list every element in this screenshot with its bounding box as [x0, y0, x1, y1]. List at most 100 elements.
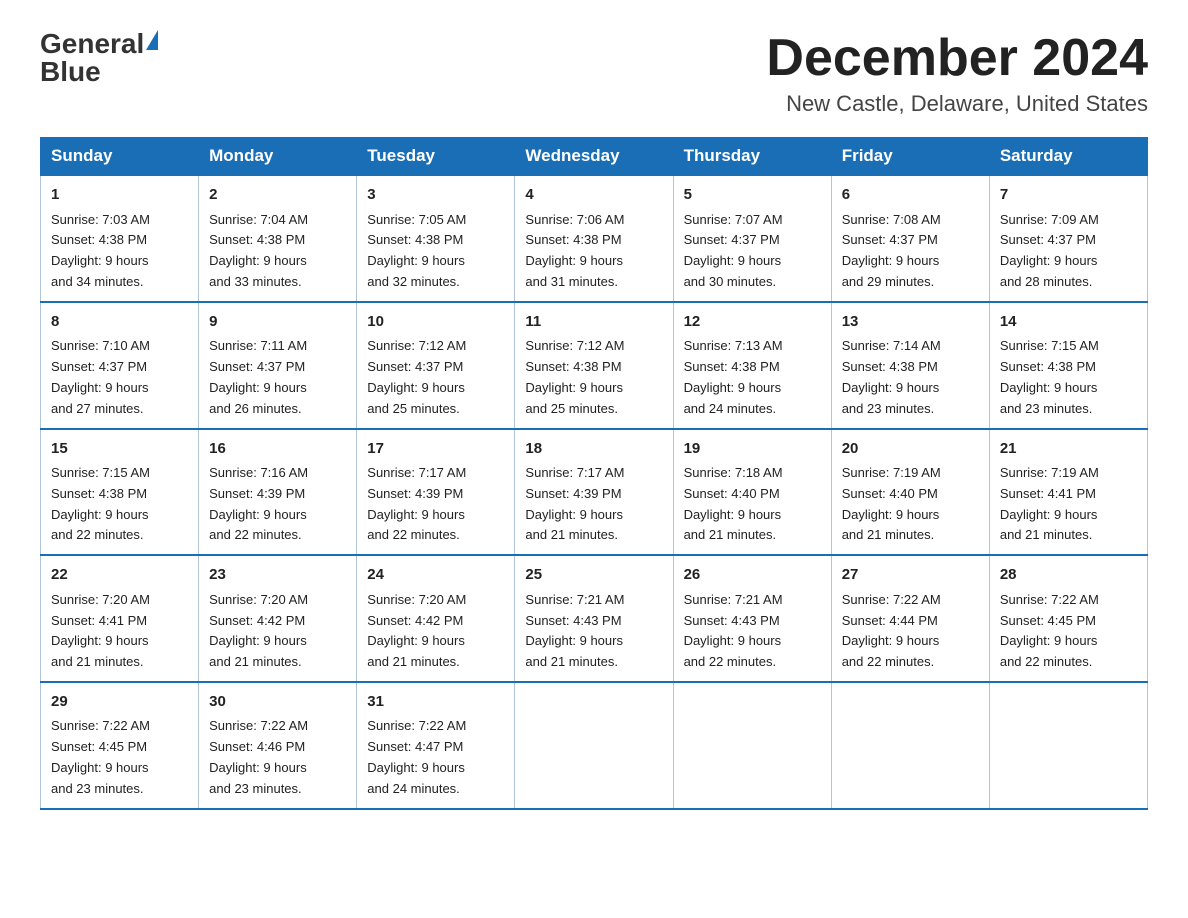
logo-blue: Blue [40, 56, 101, 87]
logo: General Blue [40, 30, 158, 86]
calendar-cell: 30 Sunrise: 7:22 AMSunset: 4:46 PMDayligh… [199, 682, 357, 809]
day-info: Sunrise: 7:20 AMSunset: 4:41 PMDaylight:… [51, 592, 150, 669]
calendar-cell: 26 Sunrise: 7:21 AMSunset: 4:43 PMDayligh… [673, 555, 831, 682]
calendar-week-row: 29 Sunrise: 7:22 AMSunset: 4:45 PMDayligh… [41, 682, 1148, 809]
day-number: 5 [684, 184, 821, 207]
calendar-cell [515, 682, 673, 809]
day-number: 17 [367, 438, 504, 461]
day-info: Sunrise: 7:19 AMSunset: 4:41 PMDaylight:… [1000, 465, 1099, 542]
calendar-cell: 25 Sunrise: 7:21 AMSunset: 4:43 PMDayligh… [515, 555, 673, 682]
day-number: 6 [842, 184, 979, 207]
title-block: December 2024 New Castle, Delaware, Unit… [766, 30, 1148, 117]
page-header: General Blue December 2024 New Castle, D… [40, 30, 1148, 117]
day-number: 30 [209, 691, 346, 714]
day-info: Sunrise: 7:15 AMSunset: 4:38 PMDaylight:… [1000, 338, 1099, 415]
calendar-cell: 11Sunrise: 7:12 AMSunset: 4:38 PMDayligh… [515, 302, 673, 429]
day-info: Sunrise: 7:22 AMSunset: 4:45 PMDaylight:… [1000, 592, 1099, 669]
calendar-cell [673, 682, 831, 809]
col-header-saturday: Saturday [989, 138, 1147, 176]
calendar-week-row: 15Sunrise: 7:15 AMSunset: 4:38 PMDayligh… [41, 429, 1148, 556]
calendar-cell: 6 Sunrise: 7:08 AMSunset: 4:37 PMDaylight… [831, 175, 989, 302]
calendar-cell: 14 Sunrise: 7:15 AMSunset: 4:38 PMDayligh… [989, 302, 1147, 429]
day-info: Sunrise: 7:17 AMSunset: 4:39 PMDaylight:… [525, 465, 624, 542]
day-number: 14 [1000, 311, 1137, 334]
day-info: Sunrise: 7:09 AMSunset: 4:37 PMDaylight:… [1000, 212, 1099, 289]
calendar-header-row: SundayMondayTuesdayWednesdayThursdayFrid… [41, 138, 1148, 176]
calendar-cell: 22 Sunrise: 7:20 AMSunset: 4:41 PMDayligh… [41, 555, 199, 682]
calendar-week-row: 22 Sunrise: 7:20 AMSunset: 4:41 PMDayligh… [41, 555, 1148, 682]
day-info: Sunrise: 7:12 AMSunset: 4:38 PMDaylight:… [525, 338, 624, 415]
day-number: 9 [209, 311, 346, 334]
day-number: 28 [1000, 564, 1137, 587]
logo-triangle-icon [146, 30, 158, 50]
day-info: Sunrise: 7:20 AMSunset: 4:42 PMDaylight:… [209, 592, 308, 669]
calendar-cell: 2 Sunrise: 7:04 AMSunset: 4:38 PMDaylight… [199, 175, 357, 302]
calendar-cell: 18Sunrise: 7:17 AMSunset: 4:39 PMDayligh… [515, 429, 673, 556]
day-number: 7 [1000, 184, 1137, 207]
calendar-cell: 5 Sunrise: 7:07 AMSunset: 4:37 PMDaylight… [673, 175, 831, 302]
day-number: 1 [51, 184, 188, 207]
day-number: 29 [51, 691, 188, 714]
calendar-cell: 24Sunrise: 7:20 AMSunset: 4:42 PMDayligh… [357, 555, 515, 682]
day-info: Sunrise: 7:03 AMSunset: 4:38 PMDaylight:… [51, 212, 150, 289]
calendar-cell: 4Sunrise: 7:06 AMSunset: 4:38 PMDaylight… [515, 175, 673, 302]
day-number: 27 [842, 564, 979, 587]
month-title: December 2024 [766, 30, 1148, 87]
day-info: Sunrise: 7:08 AMSunset: 4:37 PMDaylight:… [842, 212, 941, 289]
calendar-cell [989, 682, 1147, 809]
calendar-cell: 13 Sunrise: 7:14 AMSunset: 4:38 PMDayligh… [831, 302, 989, 429]
day-number: 26 [684, 564, 821, 587]
day-info: Sunrise: 7:19 AMSunset: 4:40 PMDaylight:… [842, 465, 941, 542]
day-number: 21 [1000, 438, 1137, 461]
calendar-cell: 28 Sunrise: 7:22 AMSunset: 4:45 PMDayligh… [989, 555, 1147, 682]
day-info: Sunrise: 7:12 AMSunset: 4:37 PMDaylight:… [367, 338, 466, 415]
calendar-cell: 9 Sunrise: 7:11 AMSunset: 4:37 PMDaylight… [199, 302, 357, 429]
calendar-cell: 27 Sunrise: 7:22 AMSunset: 4:44 PMDayligh… [831, 555, 989, 682]
day-info: Sunrise: 7:07 AMSunset: 4:37 PMDaylight:… [684, 212, 783, 289]
day-info: Sunrise: 7:14 AMSunset: 4:38 PMDaylight:… [842, 338, 941, 415]
day-info: Sunrise: 7:21 AMSunset: 4:43 PMDaylight:… [684, 592, 783, 669]
day-info: Sunrise: 7:16 AMSunset: 4:39 PMDaylight:… [209, 465, 308, 542]
day-info: Sunrise: 7:22 AMSunset: 4:46 PMDaylight:… [209, 718, 308, 795]
day-info: Sunrise: 7:11 AMSunset: 4:37 PMDaylight:… [209, 338, 307, 415]
calendar-cell: 7 Sunrise: 7:09 AMSunset: 4:37 PMDaylight… [989, 175, 1147, 302]
day-info: Sunrise: 7:22 AMSunset: 4:47 PMDaylight:… [367, 718, 466, 795]
day-number: 2 [209, 184, 346, 207]
calendar-cell: 31 Sunrise: 7:22 AMSunset: 4:47 PMDayligh… [357, 682, 515, 809]
calendar-cell: 17 Sunrise: 7:17 AMSunset: 4:39 PMDayligh… [357, 429, 515, 556]
calendar-cell: 16 Sunrise: 7:16 AMSunset: 4:39 PMDayligh… [199, 429, 357, 556]
calendar-cell: 21 Sunrise: 7:19 AMSunset: 4:41 PMDayligh… [989, 429, 1147, 556]
day-info: Sunrise: 7:21 AMSunset: 4:43 PMDaylight:… [525, 592, 624, 669]
calendar-cell: 23 Sunrise: 7:20 AMSunset: 4:42 PMDayligh… [199, 555, 357, 682]
day-number: 31 [367, 691, 504, 714]
day-info: Sunrise: 7:04 AMSunset: 4:38 PMDaylight:… [209, 212, 308, 289]
calendar-cell: 20Sunrise: 7:19 AMSunset: 4:40 PMDayligh… [831, 429, 989, 556]
calendar-table: SundayMondayTuesdayWednesdayThursdayFrid… [40, 137, 1148, 809]
day-info: Sunrise: 7:13 AMSunset: 4:38 PMDaylight:… [684, 338, 783, 415]
day-number: 10 [367, 311, 504, 334]
calendar-cell: 8Sunrise: 7:10 AMSunset: 4:37 PMDaylight… [41, 302, 199, 429]
col-header-tuesday: Tuesday [357, 138, 515, 176]
day-number: 13 [842, 311, 979, 334]
day-info: Sunrise: 7:22 AMSunset: 4:45 PMDaylight:… [51, 718, 150, 795]
col-header-monday: Monday [199, 138, 357, 176]
day-number: 25 [525, 564, 662, 587]
day-number: 12 [684, 311, 821, 334]
calendar-cell: 12 Sunrise: 7:13 AMSunset: 4:38 PMDayligh… [673, 302, 831, 429]
day-info: Sunrise: 7:22 AMSunset: 4:44 PMDaylight:… [842, 592, 941, 669]
logo-general: General [40, 30, 144, 58]
calendar-cell: 3Sunrise: 7:05 AMSunset: 4:38 PMDaylight… [357, 175, 515, 302]
day-number: 8 [51, 311, 188, 334]
calendar-cell: 1 Sunrise: 7:03 AMSunset: 4:38 PMDaylight… [41, 175, 199, 302]
day-number: 22 [51, 564, 188, 587]
day-info: Sunrise: 7:18 AMSunset: 4:40 PMDaylight:… [684, 465, 783, 542]
day-number: 15 [51, 438, 188, 461]
calendar-cell: 29 Sunrise: 7:22 AMSunset: 4:45 PMDayligh… [41, 682, 199, 809]
day-number: 23 [209, 564, 346, 587]
calendar-week-row: 1 Sunrise: 7:03 AMSunset: 4:38 PMDaylight… [41, 175, 1148, 302]
day-number: 16 [209, 438, 346, 461]
calendar-cell: 19Sunrise: 7:18 AMSunset: 4:40 PMDayligh… [673, 429, 831, 556]
calendar-week-row: 8Sunrise: 7:10 AMSunset: 4:37 PMDaylight… [41, 302, 1148, 429]
day-info: Sunrise: 7:17 AMSunset: 4:39 PMDaylight:… [367, 465, 466, 542]
calendar-cell: 15Sunrise: 7:15 AMSunset: 4:38 PMDayligh… [41, 429, 199, 556]
